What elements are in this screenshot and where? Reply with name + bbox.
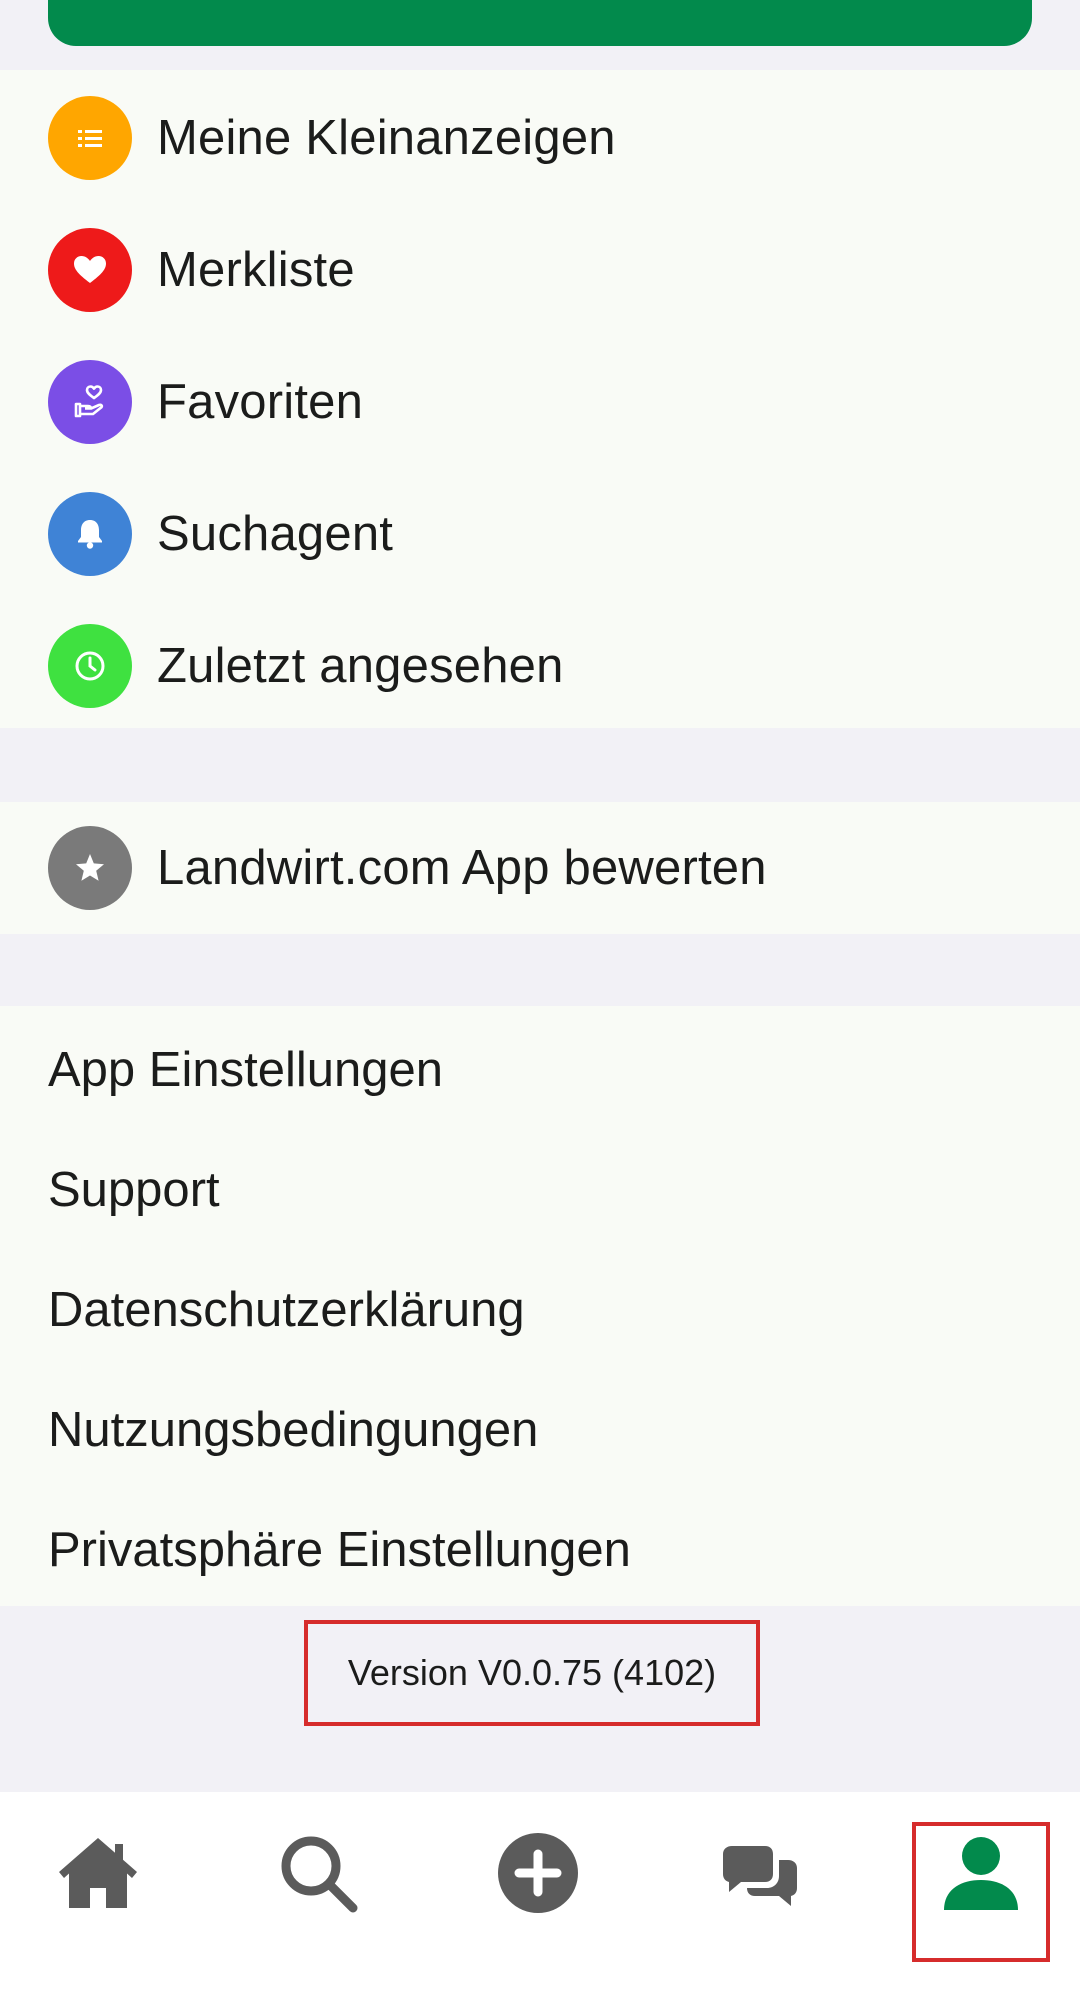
link-label: Privatsphäre Einstellungen bbox=[48, 1523, 631, 1577]
link-label: Nutzungsbedingungen bbox=[48, 1403, 539, 1457]
rate-app-item[interactable]: Landwirt.com App bewerten bbox=[0, 802, 1080, 934]
link-label: Support bbox=[48, 1163, 220, 1217]
star-icon bbox=[48, 826, 132, 910]
link-privatsphaere[interactable]: Privatsphäre Einstellungen bbox=[0, 1490, 1080, 1610]
clock-icon bbox=[48, 624, 132, 708]
nav-home[interactable] bbox=[43, 1818, 153, 1928]
version-highlight: Version V0.0.75 (4102) bbox=[304, 1620, 760, 1726]
menu-item-suchagent[interactable]: Suchagent bbox=[0, 468, 1080, 600]
rate-app-label: Landwirt.com App bewerten bbox=[157, 841, 767, 895]
nav-search[interactable] bbox=[263, 1818, 373, 1928]
link-datenschutz[interactable]: Datenschutzerklärung bbox=[0, 1250, 1080, 1370]
menu-section: Meine Kleinanzeigen Merkliste Favoriten … bbox=[0, 70, 1080, 728]
menu-item-favoriten[interactable]: Favoriten bbox=[0, 336, 1080, 468]
link-nutzungsbedingungen[interactable]: Nutzungsbedingungen bbox=[0, 1370, 1080, 1490]
menu-item-label: Zuletzt angesehen bbox=[157, 639, 564, 693]
link-support[interactable]: Support bbox=[0, 1130, 1080, 1250]
link-label: Datenschutzerklärung bbox=[48, 1283, 525, 1337]
list-icon bbox=[48, 96, 132, 180]
version-text: Version V0.0.75 (4102) bbox=[347, 1652, 717, 1693]
hand-heart-icon bbox=[48, 360, 132, 444]
menu-item-label: Suchagent bbox=[157, 507, 394, 561]
menu-item-label: Meine Kleinanzeigen bbox=[157, 111, 616, 165]
bell-icon bbox=[48, 492, 132, 576]
menu-item-zuletzt-angesehen[interactable]: Zuletzt angesehen bbox=[0, 600, 1080, 732]
chat-icon bbox=[723, 1846, 797, 1906]
heart-icon bbox=[48, 228, 132, 312]
menu-item-my-ads[interactable]: Meine Kleinanzeigen bbox=[0, 72, 1080, 204]
link-app-einstellungen[interactable]: App Einstellungen bbox=[0, 1010, 1080, 1130]
link-label: App Einstellungen bbox=[48, 1043, 444, 1097]
top-green-banner[interactable] bbox=[48, 0, 1032, 46]
rate-section: Landwirt.com App bewerten bbox=[0, 802, 1080, 934]
profile-highlight bbox=[912, 1822, 1050, 1962]
menu-item-merkliste[interactable]: Merkliste bbox=[0, 204, 1080, 336]
menu-item-label: Merkliste bbox=[157, 243, 355, 297]
menu-item-label: Favoriten bbox=[157, 375, 364, 429]
home-icon bbox=[59, 1838, 137, 1908]
nav-add[interactable] bbox=[483, 1818, 593, 1928]
bottom-navigation bbox=[0, 1792, 1080, 2004]
add-icon bbox=[498, 1833, 578, 1913]
search-icon bbox=[281, 1836, 358, 1913]
nav-chat[interactable] bbox=[705, 1818, 815, 1928]
links-section: App Einstellungen Support Datenschutzerk… bbox=[0, 1006, 1080, 1606]
